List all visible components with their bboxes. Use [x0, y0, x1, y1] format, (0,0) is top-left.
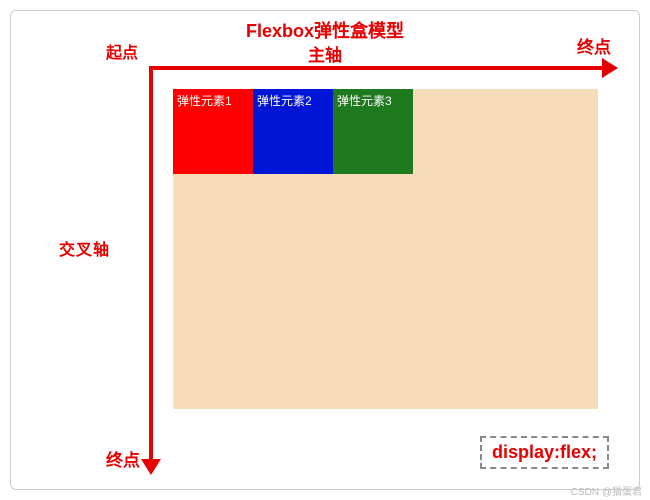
flex-item-2: 弹性元素2 [253, 89, 333, 174]
cross-axis-end-label: 终点 [106, 446, 140, 471]
start-point-label: 起点 [106, 39, 138, 63]
diagram-frame: Flexbox弹性盒模型 主轴 起点 终点 交叉轴 终点 弹性元素1 弹性元素2… [10, 10, 640, 490]
css-property-legend: display:flex; [480, 436, 609, 469]
flex-container: 弹性元素1 弹性元素2 弹性元素3 [173, 89, 598, 409]
watermark: CSDN @猫蛋君 [571, 483, 642, 498]
main-axis-end-label: 终点 [577, 33, 611, 58]
cross-axis-arrow [149, 66, 153, 461]
flex-item-1: 弹性元素1 [173, 89, 253, 174]
flex-item-3: 弹性元素3 [333, 89, 413, 174]
diagram-title: Flexbox弹性盒模型 [246, 17, 404, 43]
main-axis-label: 主轴 [308, 41, 342, 66]
main-axis-arrow [149, 66, 604, 70]
cross-axis-label: 交叉轴 [59, 236, 110, 260]
